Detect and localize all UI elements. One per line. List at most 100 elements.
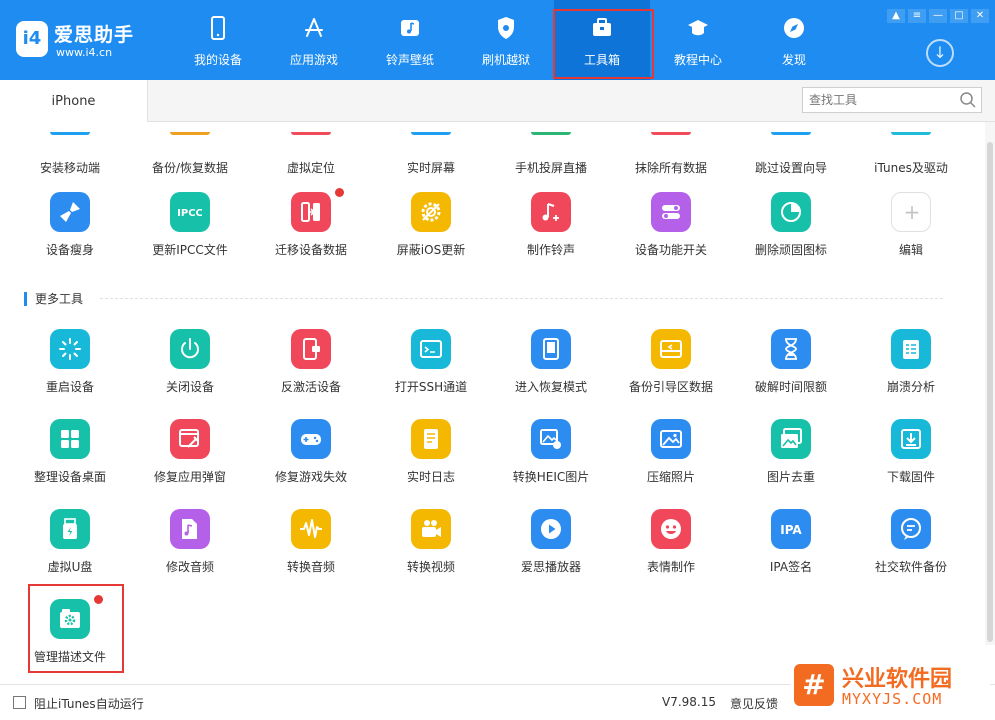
nav-flash-jailbreak[interactable]: 刷机越狱 — [458, 0, 554, 80]
tool-tile — [170, 419, 210, 459]
nav-label: 铃声壁纸 — [385, 53, 434, 67]
nav-discover[interactable]: 发现 — [746, 0, 842, 80]
music-plus-icon — [542, 203, 559, 221]
tool-tile — [891, 419, 931, 459]
tool-label: 实时日志 — [406, 470, 455, 484]
block-itunes-label[interactable]: 阻止iTunes自动运行 — [34, 695, 144, 712]
tool-label: 图片去重 — [766, 470, 815, 484]
tool-block-ios-update[interactable]: 屏蔽iOS更新 — [371, 192, 491, 272]
tool-update-ipcc[interactable]: IPCC 更新IPCC文件 — [130, 192, 250, 272]
tab-iphone[interactable]: iPhone — [0, 80, 148, 122]
tool-dedupe-images[interactable]: 图片去重 — [731, 419, 851, 499]
ipcc-icon: IPCC — [178, 208, 202, 219]
tool-label: 修复应用弹窗 — [153, 470, 226, 484]
nav-tutorials[interactable]: 教程中心 — [650, 0, 746, 80]
tool-fix-game[interactable]: 修复游戏失效 — [251, 419, 371, 499]
tool-deactivate-device[interactable]: 反激活设备 — [251, 329, 371, 409]
tool-crash-analysis[interactable]: 崩溃分析 — [851, 329, 971, 409]
nav-my-device[interactable]: 我的设备 — [170, 0, 266, 80]
tool-label: 手机投屏直播 — [514, 161, 587, 175]
search-input[interactable] — [809, 91, 949, 109]
tool-restart-device[interactable]: 重启设备 — [10, 329, 130, 409]
tool-recovery-mode[interactable]: 进入恢复模式 — [491, 329, 611, 409]
tablet-icon — [543, 338, 559, 360]
images-icon — [781, 428, 802, 448]
maximize-icon[interactable]: □ — [950, 9, 968, 23]
tool-screen-time-crack[interactable]: 破解时间限额 — [731, 329, 851, 409]
grid-icon — [61, 430, 79, 448]
tool-tile — [891, 329, 931, 369]
nav-label: 刷机越狱 — [481, 53, 530, 67]
tool-convert-video[interactable]: 转换视频 — [371, 509, 491, 589]
tool-edit[interactable]: + 编辑 — [851, 192, 971, 272]
tool-i4-player[interactable]: 爱思播放器 — [491, 509, 611, 589]
tool-label: 安装移动端 — [39, 161, 100, 175]
window-controls: ▲ ≡ — □ ✕ — [884, 3, 989, 23]
tool-label: 压缩照片 — [646, 470, 695, 484]
music-note-icon — [401, 20, 419, 36]
tool-backup-boot-sector[interactable]: 备份引导区数据 — [611, 329, 731, 409]
tool-live-log[interactable]: 实时日志 — [371, 419, 491, 499]
close-icon[interactable]: ✕ — [971, 9, 989, 23]
nav-ringtones-wallpapers[interactable]: 铃声壁纸 — [362, 0, 458, 80]
scrollbar-thumb[interactable] — [987, 142, 993, 642]
tool-device-cleanup[interactable]: 设备瘦身 — [10, 192, 130, 272]
shirt-icon[interactable]: ▲ — [887, 9, 905, 23]
tool-edit-audio[interactable]: 修改音频 — [130, 509, 250, 589]
tool-make-ringtone[interactable]: 制作铃声 — [491, 192, 611, 272]
tool-tile — [291, 192, 331, 232]
nav-apps-games[interactable]: 应用游戏 — [266, 0, 362, 80]
toolbox-highlight-box — [553, 9, 654, 79]
tool-tile — [771, 419, 811, 459]
tool-tile: + — [891, 192, 931, 232]
flash-shield-icon — [498, 17, 514, 39]
tool-convert-heic[interactable]: 转换HEIC图片 — [491, 419, 611, 499]
tool-virtual-usb[interactable]: 虚拟U盘 — [10, 509, 130, 589]
tool-tile — [291, 509, 331, 549]
tool-open-ssh[interactable]: 打开SSH通道 — [371, 329, 491, 409]
tool-tile — [531, 419, 571, 459]
smiley-icon — [661, 519, 681, 539]
tool-migrate-data[interactable]: 迁移设备数据 — [251, 188, 371, 272]
video-camera-icon — [422, 520, 441, 537]
list-icon[interactable]: ≡ — [908, 9, 926, 23]
watermark-logo: # — [794, 664, 834, 706]
tool-compress-photos[interactable]: 压缩照片 — [611, 419, 731, 499]
tool-download-firmware[interactable]: 下载固件 — [851, 419, 971, 499]
tools-scrollbar[interactable] — [985, 122, 995, 645]
download-manager-icon[interactable]: ↓ — [926, 39, 954, 67]
top-bar: i4 爱思助手 www.i4.cn 我的设备 应用游戏 铃声壁纸 刷机越狱 工具… — [0, 0, 995, 80]
tool-shutdown-device[interactable]: 关闭设备 — [130, 329, 250, 409]
minimize-icon[interactable]: — — [929, 9, 947, 23]
tool-tile — [411, 329, 451, 369]
app-url: www.i4.cn — [56, 46, 113, 59]
tool-tile — [531, 329, 571, 369]
tool-label: 转换音频 — [286, 560, 335, 574]
tool-label: 实时屏幕 — [406, 161, 455, 175]
tool-ipa-sign[interactable]: IPA IPA签名 — [731, 509, 851, 589]
app-name: 爱思助手 — [54, 24, 135, 46]
tool-remove-stubborn-icons[interactable]: 删除顽固图标 — [731, 192, 851, 272]
tool-social-backup[interactable]: 社交软件备份 — [851, 509, 971, 589]
tool-tile — [771, 192, 811, 232]
tool-emoji-maker[interactable]: 表情制作 — [611, 509, 731, 589]
tool-label: 反激活设备 — [280, 380, 341, 394]
watermark-name: 兴业软件园 — [842, 667, 953, 692]
tool-organize-desktop[interactable]: 整理设备桌面 — [10, 419, 130, 499]
tab-bar: iPhone — [0, 80, 995, 122]
feedback-link[interactable]: 意见反馈 — [730, 695, 778, 712]
tool-tile — [651, 329, 691, 369]
tool-tile — [651, 509, 691, 549]
tool-convert-audio[interactable]: 转换音频 — [251, 509, 371, 589]
search-icon[interactable] — [959, 91, 977, 109]
new-badge — [335, 188, 344, 197]
tool-label: 更新IPCC文件 — [152, 243, 228, 257]
tool-label: 抹除所有数据 — [634, 161, 707, 175]
tool-fix-app-popup[interactable]: 修复应用弹窗 — [130, 419, 250, 499]
tool-label: 转换视频 — [406, 560, 455, 574]
app-logo: i4 爱思助手 www.i4.cn — [16, 18, 156, 62]
tool-feature-toggles[interactable]: 设备功能开关 — [611, 192, 731, 272]
block-itunes-checkbox[interactable] — [13, 696, 26, 709]
tool-label: 打开SSH通道 — [394, 380, 468, 394]
tile-strip — [891, 132, 931, 135]
